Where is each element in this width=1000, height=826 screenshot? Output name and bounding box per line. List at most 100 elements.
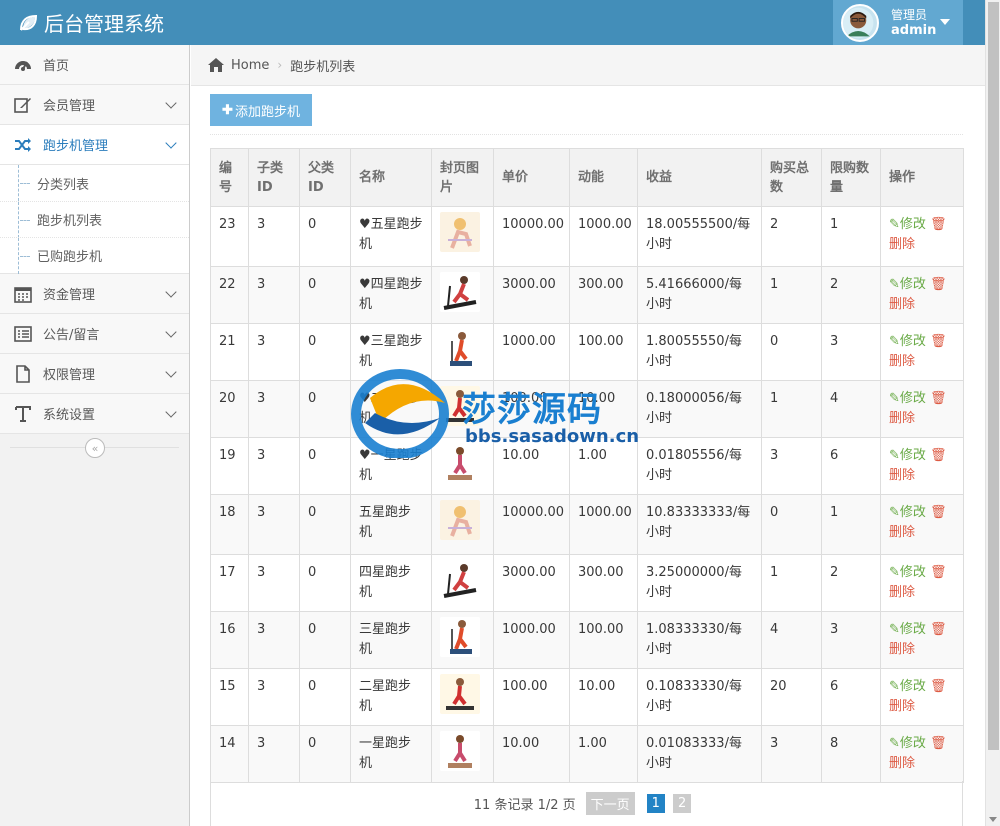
cell-image — [431, 437, 494, 495]
app-title: 后台管理系统 — [44, 12, 164, 36]
cell-id: 22 — [210, 266, 249, 324]
cell-income: 1.08333330/每小时 — [637, 611, 762, 669]
cell-price: 100.00 — [493, 668, 570, 726]
cell-price: 1000.00 — [493, 323, 570, 381]
top-navbar: 后台管理系统 管理员 admin — [0, 0, 985, 45]
sidebar-item-settings[interactable]: 系统设置 — [0, 394, 189, 434]
submenu-item-category-list[interactable]: 分类列表 — [0, 165, 189, 201]
chevron-down-icon — [165, 326, 177, 338]
avatar — [841, 3, 879, 42]
sidebar-item-members[interactable]: 会员管理 — [0, 85, 189, 125]
cell-sub-id: 3 — [248, 554, 300, 612]
chevron-down-icon — [165, 137, 177, 149]
cell-actions: ✎修改 🗑删除 — [880, 554, 964, 612]
edit-link[interactable]: ✎修改 — [889, 679, 926, 694]
chevron-down-icon — [165, 286, 177, 298]
cell-limit: 1 — [821, 494, 881, 555]
text-icon — [12, 405, 34, 423]
add-treadmill-button[interactable]: ✚ 添加跑步机 — [210, 94, 312, 126]
submenu-item-treadmill-list[interactable]: 跑步机列表 — [0, 201, 189, 238]
page-button-2[interactable]: 2 — [672, 794, 692, 813]
chevron-down-icon — [165, 406, 177, 418]
col-header-price: 单价 — [493, 148, 570, 207]
breadcrumb: Home › 跑步机列表 — [191, 45, 985, 86]
sidebar-item-label: 公告/留言 — [43, 328, 100, 343]
next-page-button[interactable]: 下一页 — [585, 792, 635, 815]
cell-bought: 3 — [761, 437, 822, 495]
user-info: 管理员 admin — [891, 8, 936, 38]
cell-sub-id: 3 — [248, 380, 300, 438]
cell-bought: 0 — [761, 494, 822, 555]
cover-image — [440, 560, 480, 600]
edit-link[interactable]: ✎修改 — [889, 391, 926, 406]
scrollbar-thumb[interactable] — [988, 2, 999, 750]
col-header-limit: 限购数量 — [821, 148, 881, 207]
cell-income: 10.83333333/每小时 — [637, 494, 762, 555]
cover-image — [440, 272, 480, 312]
scrollbar[interactable] — [985, 0, 1000, 826]
edit-link[interactable]: ✎修改 — [889, 277, 926, 292]
cell-id: 18 — [210, 494, 249, 555]
cell-actions: ✎修改 🗑删除 — [880, 437, 964, 495]
cell-sub-id: 3 — [248, 494, 300, 555]
sidebar-collapse-bar: « — [0, 434, 189, 462]
table-row: 15 3 0 二星跑步机 100.00 10.00 0.10833330/每小时 20 6 ✎修改… — [210, 668, 964, 726]
table-row: 19 3 0 ♥一星跑步机 10.00 1.00 0.01805556/每小时 3 6 ✎修改 🗑… — [210, 437, 964, 495]
cell-id: 17 — [210, 554, 249, 612]
cell-actions: ✎修改 🗑删除 — [880, 266, 964, 324]
pagination: 11 条记录 1/2 页 下一页 1 2 — [210, 781, 963, 826]
cell-sub-id: 3 — [248, 611, 300, 669]
edit-link[interactable]: ✎修改 — [889, 505, 926, 520]
sidebar-item-funds[interactable]: 资金管理 — [0, 274, 189, 314]
cell-price: 10000.00 — [493, 206, 570, 267]
cell-actions: ✎修改 🗑删除 — [880, 611, 964, 669]
table-header-row: 编号 子类ID 父类ID 名称 封页图片 单价 动能 收益 购买总数 限购数量 … — [210, 148, 964, 207]
cell-parent-id: 0 — [299, 380, 351, 438]
brand[interactable]: 后台管理系统 — [18, 8, 164, 37]
edit-link[interactable]: ✎修改 — [889, 736, 926, 751]
cell-income: 0.01083333/每小时 — [637, 725, 762, 783]
cell-bought: 1 — [761, 266, 822, 324]
col-header-image: 封页图片 — [431, 148, 494, 207]
cell-income: 3.25000000/每小时 — [637, 554, 762, 612]
cell-bought: 20 — [761, 668, 822, 726]
cell-parent-id: 0 — [299, 725, 351, 783]
cover-image — [440, 617, 480, 657]
table-row: 23 3 0 ♥五星跑步机 10000.00 1000.00 18.00555500/每小时… — [210, 206, 964, 267]
cell-income: 18.00555500/每小时 — [637, 206, 762, 267]
submenu-item-purchased[interactable]: 已购跑步机 — [0, 237, 189, 274]
breadcrumb-home[interactable]: Home — [231, 58, 269, 73]
cell-image — [431, 323, 494, 381]
sidebar: 首页 会员管理 跑步机管理 分类列表 跑步机列表 已购跑步机 资金管理 公告/留… — [0, 45, 190, 826]
edit-link[interactable]: ✎修改 — [889, 622, 926, 637]
treadmill-table: 编号 子类ID 父类ID 名称 封页图片 单价 动能 收益 购买总数 限购数量 … — [210, 148, 964, 783]
cell-income: 5.41666000/每小时 — [637, 266, 762, 324]
edit-link[interactable]: ✎修改 — [889, 334, 926, 349]
double-angle-left-icon[interactable]: « — [85, 438, 105, 458]
cell-limit: 2 — [821, 554, 881, 612]
sidebar-item-treadmills[interactable]: 跑步机管理 — [0, 125, 189, 165]
scroll-down-arrow-icon[interactable] — [989, 817, 997, 822]
cover-image — [440, 212, 480, 252]
cell-actions: ✎修改 🗑删除 — [880, 668, 964, 726]
cell-actions: ✎修改 🗑删除 — [880, 380, 964, 438]
cell-limit: 8 — [821, 725, 881, 783]
cell-price: 10000.00 — [493, 494, 570, 555]
sidebar-item-permissions[interactable]: 权限管理 — [0, 354, 189, 394]
sidebar-item-home[interactable]: 首页 — [0, 45, 189, 85]
cell-income: 0.01805556/每小时 — [637, 437, 762, 495]
cell-id: 19 — [210, 437, 249, 495]
cover-image — [440, 500, 480, 540]
col-header-income: 收益 — [637, 148, 762, 207]
cell-sub-id: 3 — [248, 725, 300, 783]
edit-link[interactable]: ✎修改 — [889, 565, 926, 580]
cell-energy: 10.00 — [569, 668, 638, 726]
edit-link[interactable]: ✎修改 — [889, 448, 926, 463]
page-button-1[interactable]: 1 — [646, 794, 665, 813]
col-header-parent-id: 父类ID — [299, 148, 351, 207]
user-menu[interactable]: 管理员 admin — [833, 0, 963, 45]
cell-actions: ✎修改 🗑删除 — [880, 206, 964, 267]
caret-down-icon — [940, 19, 950, 25]
edit-link[interactable]: ✎修改 — [889, 217, 926, 232]
sidebar-item-notices[interactable]: 公告/留言 — [0, 314, 189, 354]
